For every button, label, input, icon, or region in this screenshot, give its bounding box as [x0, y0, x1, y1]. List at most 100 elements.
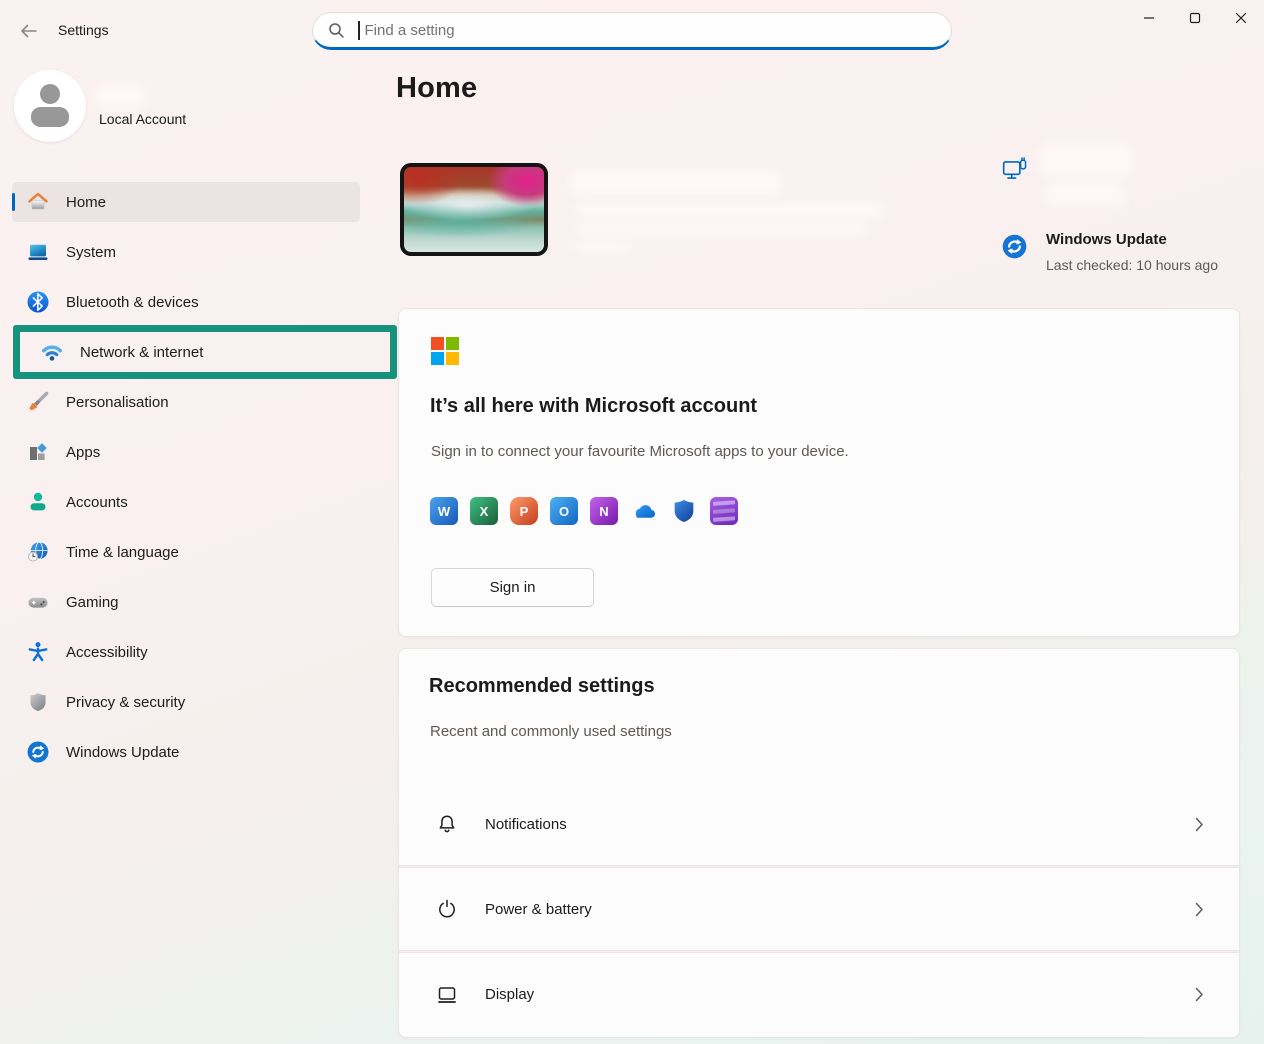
- sidebar-item-label: Personalisation: [66, 394, 169, 411]
- redacted-network-status: [1038, 143, 1134, 177]
- recommended-title: Recommended settings: [429, 675, 655, 698]
- row-notifications[interactable]: Notifications: [399, 783, 1239, 865]
- chevron-right-icon: [1195, 987, 1204, 1002]
- redacted-device-info: [574, 202, 886, 219]
- row-display[interactable]: Display: [399, 953, 1239, 1035]
- recommended-subtitle: Recent and commonly used settings: [430, 723, 672, 740]
- microsoft-logo-icon: [431, 337, 459, 365]
- windows-update-icon: [1001, 233, 1028, 260]
- titlebar: Settings: [0, 0, 1264, 60]
- defender-icon: [670, 497, 698, 525]
- search-box[interactable]: [312, 12, 952, 50]
- row-power-battery[interactable]: Power & battery: [399, 868, 1239, 950]
- redacted-user-name: [95, 84, 147, 108]
- sidebar-item-gaming[interactable]: Gaming: [12, 582, 360, 622]
- recommended-rows: Notifications Power & battery: [399, 783, 1239, 1035]
- windows-update-title: Windows Update: [1046, 231, 1167, 248]
- sidebar-item-bluetooth-devices[interactable]: Bluetooth & devices: [12, 282, 360, 322]
- avatar: [14, 70, 86, 142]
- recommended-settings-card: Recommended settings Recent and commonly…: [398, 648, 1240, 1038]
- gamepad-icon: [26, 590, 50, 614]
- maximize-icon: [1189, 12, 1201, 24]
- word-icon: W: [430, 497, 458, 525]
- back-button[interactable]: [12, 18, 46, 44]
- sidebar-item-label: Gaming: [66, 594, 119, 611]
- person-icon: [26, 490, 50, 514]
- sidebar-item-accounts[interactable]: Accounts: [12, 482, 360, 522]
- redacted-device-info: [574, 240, 632, 254]
- home-icon: [26, 190, 50, 214]
- sidebar-item-system[interactable]: System: [12, 232, 360, 272]
- redacted-network-status: [1044, 182, 1126, 206]
- accessibility-icon: [26, 640, 50, 664]
- sidebar-item-time-language[interactable]: Time & language: [12, 532, 360, 572]
- globe-clock-icon: [26, 540, 50, 564]
- network-status-card[interactable]: [1001, 155, 1029, 190]
- sidebar-item-label: Home: [66, 194, 106, 211]
- bluetooth-icon: [26, 290, 50, 314]
- update-icon: [26, 740, 50, 764]
- sidebar-item-network-internet[interactable]: Network & internet: [20, 332, 390, 372]
- onenote-icon: N: [590, 497, 618, 525]
- microsoft-365-icon: [710, 497, 738, 525]
- maximize-button[interactable]: [1172, 0, 1218, 36]
- sidebar-item-home[interactable]: Home: [12, 182, 360, 222]
- text-caret: [358, 21, 360, 40]
- sidebar-item-label: Accounts: [66, 494, 128, 511]
- main-content: Home Windows Update: [398, 60, 1240, 1044]
- microsoft-account-card: It’s all here with Microsoft account Sig…: [398, 308, 1240, 637]
- powerpoint-icon: P: [510, 497, 538, 525]
- sidebar-item-personalisation[interactable]: Personalisation: [12, 382, 360, 422]
- device-wallpaper-thumbnail: [400, 163, 548, 256]
- row-label: Power & battery: [485, 901, 592, 918]
- sidebar-item-label: Privacy & security: [66, 694, 185, 711]
- display-icon: [435, 982, 459, 1006]
- sidebar-item-label: System: [66, 244, 116, 261]
- sidebar-nav: Home System Bluetooth & devices: [12, 182, 360, 782]
- sign-in-button[interactable]: Sign in: [431, 568, 594, 607]
- minimize-button[interactable]: [1126, 0, 1172, 36]
- chevron-right-icon: [1195, 902, 1204, 917]
- sidebar-item-privacy-security[interactable]: Privacy & security: [12, 682, 360, 722]
- shield-icon: [26, 690, 50, 714]
- account-card-title: It’s all here with Microsoft account: [430, 395, 757, 418]
- sidebar-item-label: Network & internet: [80, 344, 203, 361]
- bell-icon: [435, 812, 459, 836]
- settings-window: Settings Local Accou: [0, 0, 1264, 1044]
- minimize-icon: [1143, 12, 1155, 24]
- app-title: Settings: [58, 22, 109, 38]
- search-input[interactable]: [363, 21, 883, 40]
- onedrive-icon: [630, 497, 658, 525]
- sidebar-item-accessibility[interactable]: Accessibility: [12, 632, 360, 672]
- row-label: Display: [485, 986, 534, 1003]
- sidebar-item-apps[interactable]: Apps: [12, 432, 360, 472]
- system-icon: [26, 240, 50, 264]
- window-controls: [1126, 0, 1264, 36]
- power-icon: [435, 897, 459, 921]
- account-card-subtitle: Sign in to connect your favourite Micros…: [431, 443, 849, 460]
- microsoft-apps-row: W X P O N: [430, 497, 738, 525]
- avatar-head: [40, 84, 60, 104]
- redacted-device-info: [574, 221, 869, 237]
- apps-icon: [26, 440, 50, 464]
- close-button[interactable]: [1218, 0, 1264, 36]
- excel-icon: X: [470, 497, 498, 525]
- page-title: Home: [396, 72, 477, 105]
- sidebar-item-label: Bluetooth & devices: [66, 294, 199, 311]
- redacted-device-name: [568, 170, 783, 196]
- sidebar-item-label: Time & language: [66, 544, 179, 561]
- windows-update-subtitle: Last checked: 10 hours ago: [1046, 257, 1218, 273]
- chevron-right-icon: [1195, 817, 1204, 832]
- wifi-icon: [40, 340, 64, 364]
- search-icon: [328, 22, 345, 39]
- sidebar-item-windows-update[interactable]: Windows Update: [12, 732, 360, 772]
- close-icon: [1235, 12, 1247, 24]
- avatar-torso: [31, 107, 69, 127]
- account-type-label: Local Account: [99, 111, 186, 127]
- annotation-highlight-box: Network & internet: [13, 325, 397, 379]
- sidebar-item-label: Accessibility: [66, 644, 148, 661]
- sidebar-item-label: Windows Update: [66, 744, 179, 761]
- sidebar-item-label: Apps: [66, 444, 100, 461]
- row-label: Notifications: [485, 816, 567, 833]
- sidebar: Local Account Home System: [0, 60, 398, 1044]
